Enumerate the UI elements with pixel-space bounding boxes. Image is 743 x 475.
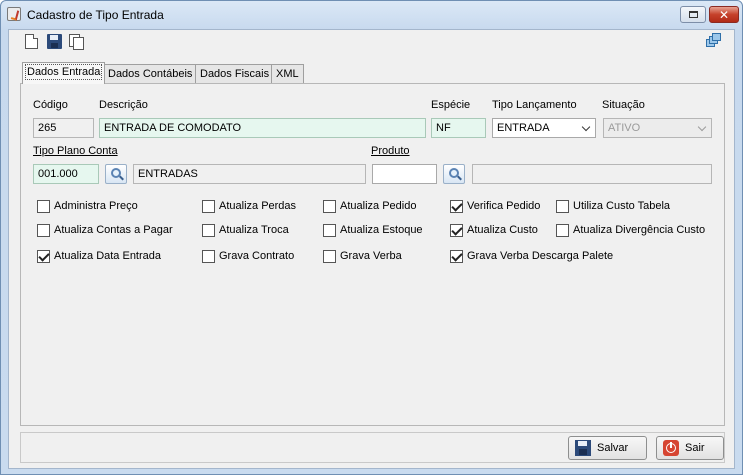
checkbox-box [37, 223, 50, 237]
checkbox-box-checked [450, 223, 463, 237]
produto-code-field[interactable] [372, 164, 437, 184]
checkbox-box [323, 223, 336, 237]
atualiza-estoque-checkbox[interactable]: Atualiza Estoque [323, 222, 423, 238]
atualiza-pedido-checkbox[interactable]: Atualiza Pedido [323, 198, 416, 214]
tab-label: XML [276, 68, 299, 80]
save-button-label: Salvar [597, 442, 629, 454]
save-icon[interactable] [47, 34, 62, 49]
chevron-down-icon [697, 122, 707, 132]
tipo-lancamento-label: Tipo Lançamento [492, 99, 577, 111]
checkbox-box [202, 199, 215, 213]
atualiza-divergencia-custo-checkbox[interactable]: Atualiza Divergência Custo [556, 222, 705, 238]
produto-description-field [472, 164, 712, 184]
especie-field[interactable]: NF [431, 118, 486, 138]
produto-label: Produto [371, 145, 410, 157]
tipo-lancamento-select[interactable]: ENTRADA [492, 118, 596, 138]
checkbox-box [556, 223, 569, 237]
save-icon [575, 440, 591, 456]
restore-icon [688, 11, 698, 18]
grava-verba-descarga-palete-checkbox[interactable]: Grava Verba Descarga Palete [450, 248, 613, 264]
client-area: Dados Entrada Dados Contábeis Dados Fisc… [8, 29, 735, 469]
copy-icon[interactable] [69, 34, 85, 50]
codigo-field[interactable]: 265 [33, 118, 94, 138]
tipo-plano-conta-code-field[interactable]: 001.000 [33, 164, 99, 184]
chevron-down-icon [581, 122, 591, 132]
tab-label: Dados Entrada [24, 64, 103, 80]
window-title: Cadastro de Tipo Entrada [27, 8, 164, 22]
tipo-plano-conta-description-field: ENTRADAS [133, 164, 366, 184]
tab-label: Dados Fiscais [200, 68, 270, 80]
title-bar[interactable]: Cadastro de Tipo Entrada ✕ [1, 1, 742, 29]
situacao-select[interactable]: ATIVO [603, 118, 712, 138]
tab-dados-contabeis[interactable]: Dados Contábeis [103, 64, 198, 83]
checkbox-label: Atualiza Contas a Pagar [54, 224, 173, 236]
atualiza-contas-a-pagar-checkbox[interactable]: Atualiza Contas a Pagar [37, 222, 173, 238]
tipo-lancamento-value: ENTRADA [497, 122, 550, 134]
descricao-field[interactable]: ENTRADA DE COMODATO [99, 118, 426, 138]
checkbox-box [202, 223, 215, 237]
main-window: Cadastro de Tipo Entrada ✕ Dados Entrada… [0, 0, 743, 475]
grava-contrato-checkbox[interactable]: Grava Contrato [202, 248, 294, 264]
checkbox-label: Atualiza Custo [467, 224, 538, 236]
java-app-icon [7, 7, 21, 21]
restore-button[interactable] [680, 6, 706, 23]
tipo-plano-conta-search-button[interactable] [105, 164, 127, 184]
atualiza-custo-checkbox[interactable]: Atualiza Custo [450, 222, 538, 238]
atualiza-perdas-checkbox[interactable]: Atualiza Perdas [202, 198, 296, 214]
produto-search-button[interactable] [443, 164, 465, 184]
tab-xml[interactable]: XML [271, 64, 304, 83]
checkbox-label: Grava Contrato [219, 250, 295, 262]
codigo-label: Código [33, 99, 68, 111]
utiliza-custo-tabela-checkbox[interactable]: Utiliza Custo Tabela [556, 198, 670, 214]
especie-label: Espécie [431, 99, 471, 111]
checkbox-box [556, 199, 569, 213]
exit-button[interactable]: Sair [656, 436, 724, 460]
checkbox-box-checked [450, 249, 463, 263]
checkbox-label: Administra Preço [54, 200, 138, 212]
checkbox-box [37, 199, 50, 213]
tab-label: Dados Contábeis [108, 68, 193, 80]
administra-preco-checkbox[interactable]: Administra Preço [37, 198, 138, 214]
atualiza-data-entrada-checkbox[interactable]: Atualiza Data Entrada [37, 248, 161, 264]
checkbox-label: Atualiza Estoque [340, 224, 423, 236]
tipo-plano-conta-label: Tipo Plano Conta [33, 145, 118, 157]
checkbox-label: Atualiza Troca [219, 224, 289, 236]
situacao-value: ATIVO [608, 122, 641, 134]
checkbox-label: Atualiza Pedido [340, 200, 417, 212]
checkbox-box-checked [37, 249, 50, 263]
checkbox-label: Atualiza Divergência Custo [573, 224, 706, 236]
footer-bar: Salvar Sair [20, 432, 725, 463]
windows-icon[interactable] [706, 33, 722, 50]
checkbox-label: Grava Verba [340, 250, 402, 262]
save-button[interactable]: Salvar [568, 436, 647, 460]
tab-dados-entrada[interactable]: Dados Entrada [22, 62, 106, 84]
tab-panel-dados-entrada: Código Descrição Espécie Tipo Lançamento… [20, 83, 725, 426]
close-icon: ✕ [718, 7, 730, 22]
checkbox-label: Atualiza Perdas [219, 200, 297, 212]
checkbox-box-checked [450, 199, 463, 213]
power-icon [663, 440, 679, 456]
exit-button-label: Sair [685, 442, 705, 454]
checkbox-label: Verifica Pedido [467, 200, 541, 212]
tab-dados-fiscais[interactable]: Dados Fiscais [195, 64, 275, 83]
checkbox-box [323, 199, 336, 213]
grava-verba-checkbox[interactable]: Grava Verba [323, 248, 402, 264]
close-button[interactable]: ✕ [709, 6, 739, 23]
new-document-icon[interactable] [25, 34, 38, 49]
checkbox-label: Grava Verba Descarga Palete [467, 250, 614, 262]
checkbox-box [202, 249, 215, 263]
descricao-label: Descrição [99, 99, 148, 111]
checkbox-label: Atualiza Data Entrada [54, 250, 162, 262]
checkbox-box [323, 249, 336, 263]
atualiza-troca-checkbox[interactable]: Atualiza Troca [202, 222, 289, 238]
verifica-pedido-checkbox[interactable]: Verifica Pedido [450, 198, 540, 214]
situacao-label: Situação [602, 99, 645, 111]
checkbox-label: Utiliza Custo Tabela [573, 200, 671, 212]
